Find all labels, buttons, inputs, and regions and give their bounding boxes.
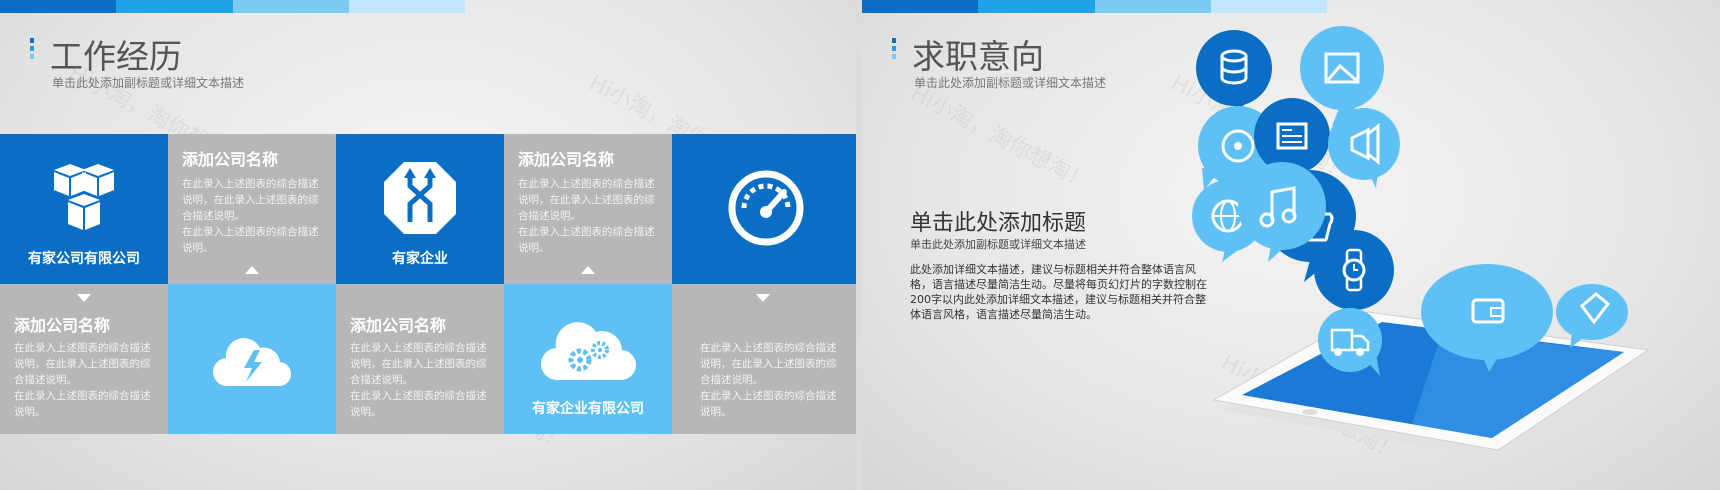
wallet-bubble: [1421, 264, 1553, 372]
company-name: 有家公司有限公司: [28, 251, 140, 267]
content-heading: 单击此处添加标题: [910, 211, 1087, 236]
title-marker: [30, 38, 34, 62]
company-title: 添加公司名称: [350, 316, 447, 335]
watermark: Hi小淘，淘你想淘！: [906, 80, 1094, 196]
slide-work-experience: 工作经历 单击此处添加副标题或详细文本描述 Hi小淘，淘你想淘！ Hi小淘，淘你…: [0, 0, 856, 490]
company-description: 在此录入上述图表的综合描述说明，在此录入上述图表的综合描述说明。 在此录入上述图…: [700, 342, 837, 418]
truck-bubble: [1318, 308, 1382, 376]
company-title: 添加公司名称: [182, 150, 279, 169]
arrow-down-icon: [756, 294, 770, 302]
megaphone-bubble: [1328, 108, 1400, 188]
company-name: 有家企业: [392, 251, 448, 267]
company-description: 在此录入上述图表的综合描述说明，在此录入上述图表的综合描述说明。 在此录入上述图…: [350, 342, 487, 418]
cloud-gears-icon: [541, 322, 636, 381]
company-info-block: 在此录入上述图表的综合描述说明，在此录入上述图表的综合描述说明。 在此录入上述图…: [672, 284, 856, 434]
arrow-up-icon: [581, 266, 595, 274]
icon-block-cloud: [168, 284, 336, 434]
title-marker: [892, 38, 896, 62]
company-description: 在此录入上述图表的综合描述说明，在此录入上述图表的综合描述说明。 在此录入上述图…: [14, 342, 151, 418]
merge-arrows-icon: [384, 162, 456, 234]
company-title: 添加公司名称: [14, 316, 111, 335]
company-info-block: 添加公司名称 在此录入上述图表的综合描述说明，在此录入上述图表的综合描述说明。 …: [168, 134, 336, 284]
icon-block-speedometer: [672, 134, 856, 284]
company-name: 有家企业有限公司: [532, 401, 644, 417]
company-info-block: 添加公司名称 在此录入上述图表的综合描述说明，在此录入上述图表的综合描述说明。 …: [336, 284, 504, 434]
top-color-bar: [862, 0, 1327, 13]
slide-job-intention: 求职意向 单击此处添加副标题或详细文本描述 Hi小淘，淘你想淘！ Hi小淘，淘你…: [862, 0, 1720, 490]
page-title: 求职意向: [912, 37, 1044, 76]
company-description: 在此录入上述图表的综合描述说明，在此录入上述图表的综合描述说明。 在此录入上述图…: [182, 178, 319, 254]
arrow-up-icon: [245, 266, 259, 274]
cloud-lightning-icon: [212, 338, 292, 387]
content-body: 此处添加详细文本描述，建议与标题相关并符合整体语言风格，语言描述尽量简洁生动。尽…: [910, 263, 1207, 321]
content-subheading: 单击此处添加副标题或详细文本描述: [910, 238, 1086, 251]
company-info-block: 添加公司名称 在此录入上述图表的综合描述说明，在此录入上述图表的综合描述说明。 …: [0, 284, 168, 434]
tag-bubble: [1556, 284, 1628, 348]
company-block-3: 有家企业有限公司: [504, 284, 672, 434]
company-block-2: 有家企业: [336, 134, 504, 284]
company-title: 添加公司名称: [518, 150, 615, 169]
company-block-1: 有家公司有限公司: [0, 134, 168, 284]
company-description: 在此录入上述图表的综合描述说明，在此录入上述图表的综合描述说明。 在此录入上述图…: [518, 178, 655, 254]
top-color-bar: [0, 0, 465, 13]
company-info-block: 添加公司名称 在此录入上述图表的综合描述说明，在此录入上述图表的综合描述说明。 …: [504, 134, 672, 284]
cubes-icon: [54, 164, 114, 230]
database-bubble: [1196, 30, 1272, 116]
arrow-down-icon: [77, 294, 91, 302]
speedometer-icon: [728, 170, 804, 246]
